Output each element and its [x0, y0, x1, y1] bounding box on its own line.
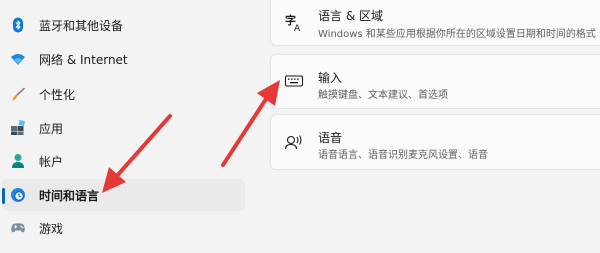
- card-subtitle: Windows 和某些应用根据你所在的区域设置日期和时间的格式: [318, 29, 596, 40]
- gamepad-icon: [10, 220, 26, 236]
- sidebar-item-label: 网络 & Internet: [39, 52, 128, 67]
- clock-globe-icon: [10, 187, 26, 203]
- card-title: 输入: [318, 71, 343, 85]
- person-icon: [10, 153, 26, 169]
- card-subtitle: 触摸键盘、文本建议、首选项: [318, 90, 448, 101]
- bluetooth-icon: [10, 17, 26, 33]
- sidebar-item-network-internet[interactable]: 网络 & Internet: [2, 43, 245, 75]
- sidebar-item-label: 游戏: [39, 221, 64, 236]
- sidebar-item-personalization[interactable]: 个性化: [2, 78, 245, 110]
- card-subtitle: 语音语言、语音识别麦克风设置、语音: [318, 150, 488, 161]
- sidebar-item-label: 个性化: [39, 87, 76, 102]
- sidebar-item-time-language[interactable]: 时间和语言: [2, 179, 245, 211]
- language-region-icon: 字 A: [283, 11, 305, 33]
- sidebar-item-accounts[interactable]: 帐户: [2, 145, 245, 177]
- settings-sidebar: 蓝牙和其他设备 网络 & Internet 个性化 应用 帐户 时间和语言 游戏: [0, 0, 250, 253]
- apps-icon: [10, 120, 26, 136]
- sidebar-item-gaming[interactable]: 游戏: [2, 212, 245, 244]
- sidebar-item-label: 蓝牙和其他设备: [39, 18, 124, 33]
- selection-indicator: [2, 188, 5, 204]
- speech-card[interactable]: 语音 语音语言、语音识别麦克风设置、语音: [270, 114, 600, 170]
- brush-icon: [10, 86, 26, 102]
- keyboard-icon: [283, 70, 305, 92]
- sidebar-item-label: 帐户: [39, 154, 64, 169]
- sidebar-item-bluetooth-devices[interactable]: 蓝牙和其他设备: [2, 9, 245, 41]
- sidebar-item-label: 时间和语言: [39, 188, 100, 203]
- card-title: 语言 & 区域: [318, 9, 383, 23]
- sidebar-item-label: 应用: [39, 121, 64, 136]
- sidebar-item-apps[interactable]: 应用: [2, 112, 245, 144]
- input-card[interactable]: 输入 触摸键盘、文本建议、首选项: [270, 54, 600, 109]
- card-title: 语音: [318, 131, 343, 145]
- speech-icon: [283, 131, 305, 153]
- svg-text:A: A: [294, 24, 301, 32]
- wifi-icon: [10, 51, 26, 67]
- language-region-card[interactable]: 字 A 语言 & 区域 Windows 和某些应用根据你所在的区域设置日期和时间…: [270, 0, 600, 46]
